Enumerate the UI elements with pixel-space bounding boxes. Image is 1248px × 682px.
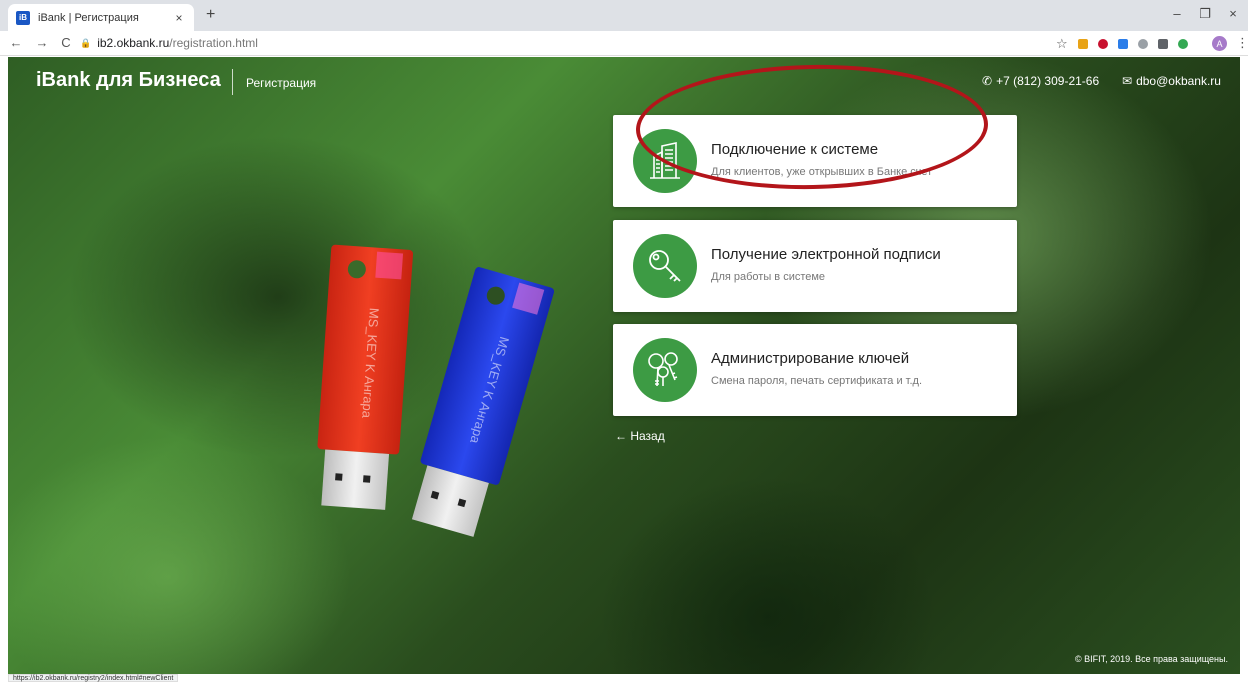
email-address: dbo@okbank.ru [1136, 74, 1221, 88]
window-minimize-button[interactable]: – [1168, 6, 1186, 21]
status-bar-url: https://ib2.okbank.ru/registry2/index.ht… [8, 674, 179, 682]
extension-cloud-icon[interactable] [1158, 39, 1168, 49]
forward-arrow-icon[interactable]: → [34, 35, 50, 51]
window-close-button[interactable]: × [1224, 6, 1242, 21]
contact-phone: ✆ +7 (812) 309-21-66 [982, 74, 1099, 88]
card-description: Для работы в системе [711, 271, 826, 283]
url-host: ib2.okbank.ru [97, 36, 170, 50]
building-icon [633, 129, 697, 193]
phone-number: +7 (812) 309-21-66 [996, 74, 1100, 88]
usb-key-red-slot [363, 475, 371, 483]
keys-bunch-icon [633, 338, 697, 402]
card-title: Получение электронной подписи [711, 246, 941, 263]
usb-key-red-led [375, 251, 404, 280]
extension-circle-icon[interactable] [1138, 39, 1148, 49]
contact-email[interactable]: ✉ dbo@okbank.ru [1122, 74, 1221, 88]
url-path: /registration.html [169, 36, 258, 50]
usb-key-red-slot [335, 473, 343, 481]
key-administration-card[interactable]: Администрирование ключей Смена пароля, п… [613, 324, 1017, 416]
browser-address-bar: ← → C 🔒 ib2.okbank.ru /registration.html… [0, 31, 1248, 56]
card-description: Для клиентов, уже открывших в Банке счет [711, 166, 933, 178]
browser-tab[interactable]: iB iBank | Регистрация × [8, 4, 194, 31]
ibank-favicon-icon: iB [16, 10, 30, 25]
extension-shield-icon[interactable] [1098, 39, 1108, 49]
profile-avatar[interactable]: A [1212, 36, 1227, 51]
page-section-title: Регистрация [246, 76, 317, 90]
back-link[interactable]: ← Назад [615, 429, 665, 443]
copyright-text: © BIFIT, 2019. Все права защищены. [1074, 654, 1228, 664]
tab-close-icon[interactable]: × [172, 11, 186, 25]
tab-title: iBank | Регистрация [38, 11, 139, 24]
browser-menu-icon[interactable]: ⋮ [1236, 35, 1248, 51]
lock-icon: 🔒 [80, 37, 92, 48]
connect-to-system-card[interactable]: Подключение к системе Для клиентов, уже … [613, 115, 1017, 207]
back-arrow-icon[interactable]: ← [8, 35, 24, 51]
reload-icon[interactable]: C [58, 35, 74, 51]
brand-divider [232, 69, 233, 95]
get-electronic-signature-card[interactable]: Получение электронной подписи Для работы… [613, 220, 1017, 312]
brand-logo[interactable]: iBank для Бизнеса [36, 69, 221, 92]
registration-page: iBank для Бизнеса Регистрация ✆ +7 (812)… [8, 57, 1240, 674]
extension-grid-icon[interactable] [1078, 39, 1088, 49]
extension-person-icon[interactable] [1118, 39, 1128, 49]
card-title: Подключение к системе [711, 141, 879, 158]
browser-tab-bar: iB iBank | Регистрация × + – ❐ × [0, 0, 1248, 31]
key-icon [633, 234, 697, 298]
usb-key-red-plug [321, 449, 390, 510]
card-title: Администрирование ключей [711, 350, 910, 367]
mail-icon: ✉ [1122, 74, 1133, 88]
card-description: Смена пароля, печать сертификата и т.д. [711, 375, 923, 387]
window-restore-button[interactable]: ❐ [1196, 6, 1214, 22]
url-input[interactable]: 🔒 ib2.okbank.ru /registration.html [80, 33, 1040, 53]
phone-icon: ✆ [982, 74, 993, 88]
bookmark-star-icon[interactable]: ☆ [1056, 36, 1068, 52]
new-tab-button[interactable]: + [206, 7, 215, 23]
extension-leaf-icon[interactable] [1178, 39, 1188, 49]
